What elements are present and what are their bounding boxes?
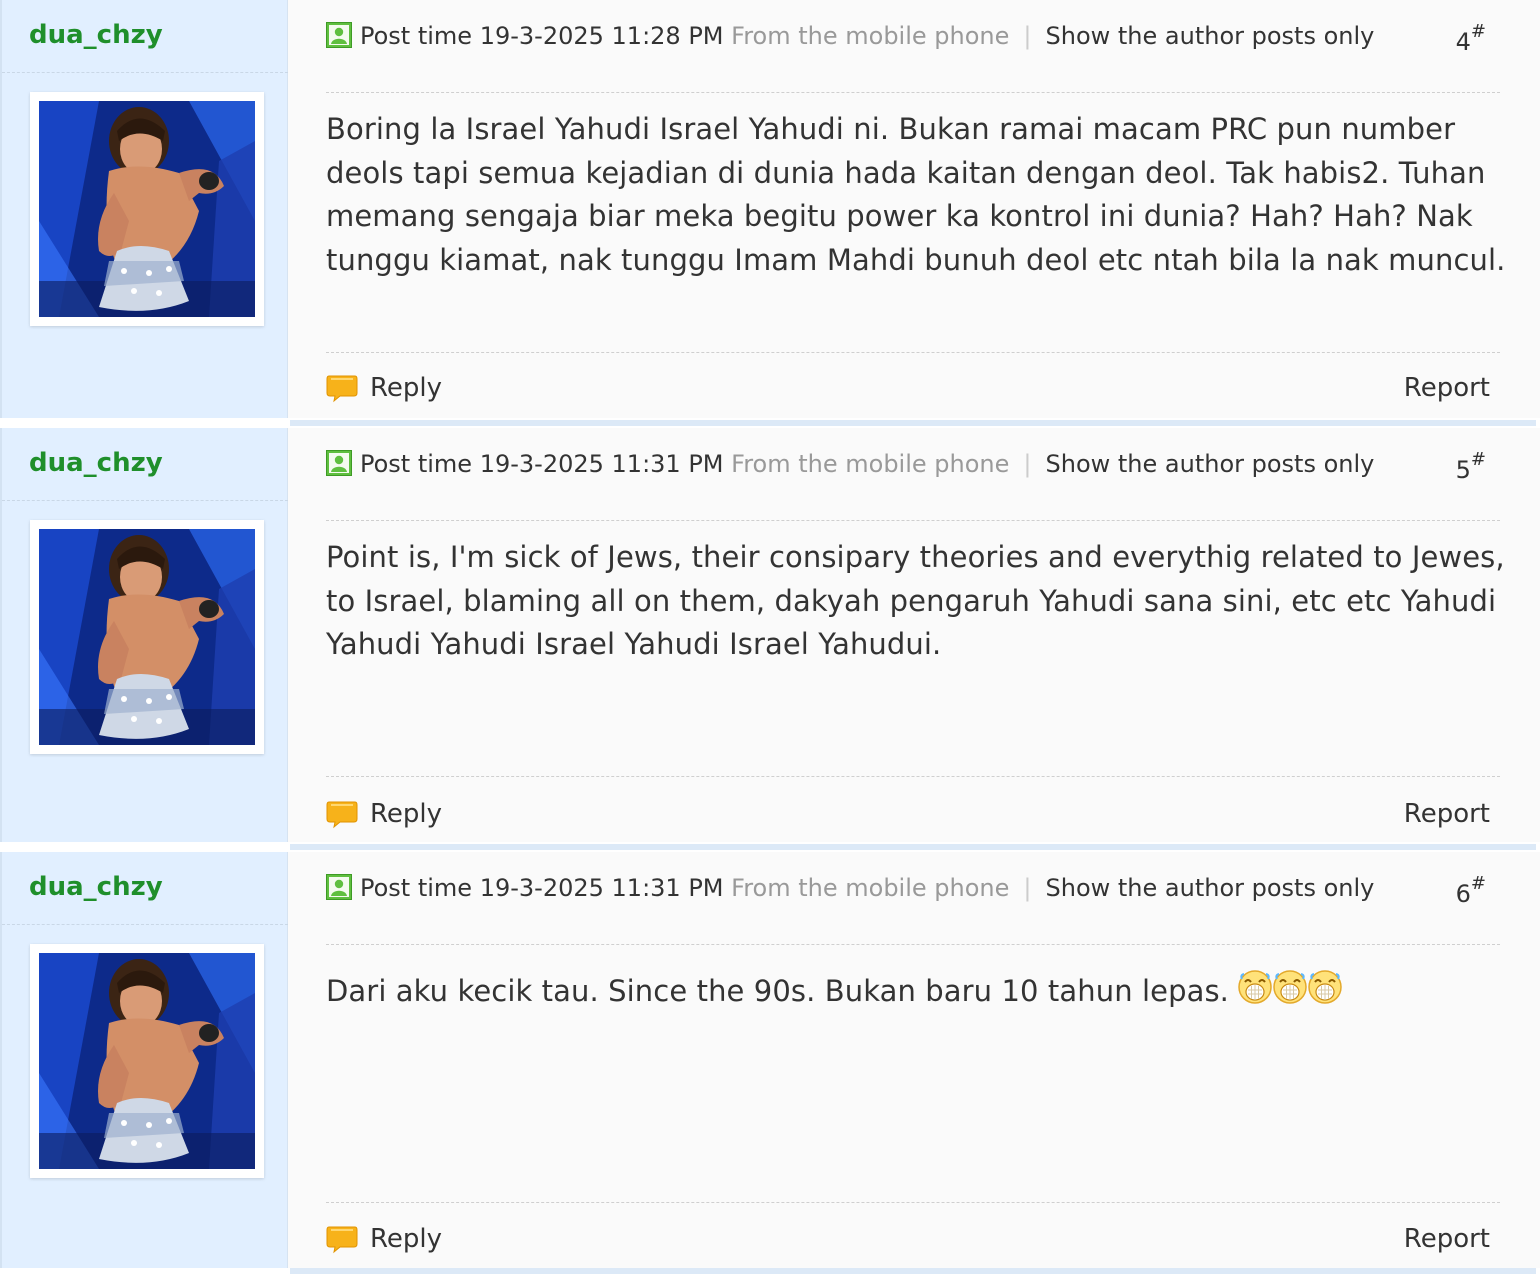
online-status-icon bbox=[326, 22, 352, 48]
laughing-emoticon-icon bbox=[1272, 969, 1308, 1005]
content-divider-bottom bbox=[326, 1202, 1500, 1203]
avatar-image bbox=[39, 953, 255, 1169]
post-body-text: Dari aku kecik tau. Since the 90s. Bukan… bbox=[326, 974, 1230, 1008]
post-separator bbox=[290, 844, 1536, 850]
post-body: Dari aku kecik tau. Since the 90s. Bukan… bbox=[326, 970, 1506, 1014]
floor-value: 6 bbox=[1455, 880, 1471, 908]
reply-label: Reply bbox=[370, 1224, 443, 1254]
post-source: From the mobile phone bbox=[731, 874, 1010, 902]
post-body: Boring la Israel Yahudi Israel Yahudi ni… bbox=[326, 112, 1506, 277]
post-source: From the mobile phone bbox=[731, 22, 1010, 50]
avatar[interactable] bbox=[30, 92, 264, 326]
online-status-icon bbox=[326, 874, 352, 900]
sidebar-divider bbox=[2, 500, 288, 501]
show-author-only-link[interactable]: Show the author posts only bbox=[1046, 450, 1375, 478]
laughing-emoticon-icon bbox=[1307, 969, 1343, 1005]
content-divider-bottom bbox=[326, 352, 1500, 353]
reply-label: Reply bbox=[370, 373, 443, 403]
author-sidebar: dua_chzy bbox=[0, 428, 288, 842]
show-author-only-link[interactable]: Show the author posts only bbox=[1046, 22, 1375, 50]
post-time: Post time 19-3-2025 11:31 PM bbox=[360, 450, 724, 478]
report-link[interactable]: Report bbox=[1404, 368, 1490, 408]
post-actions: Reply Report bbox=[326, 794, 1490, 834]
avatar-image bbox=[39, 529, 255, 745]
post-content: Post time 19-3-2025 11:31 PM From the mo… bbox=[288, 852, 1540, 1268]
avatar[interactable] bbox=[30, 944, 264, 1178]
speech-bubble-icon bbox=[326, 799, 358, 829]
content-divider-top bbox=[326, 944, 1500, 945]
meta-divider: | bbox=[1023, 450, 1032, 478]
sidebar-divider bbox=[2, 924, 288, 925]
content-divider-top bbox=[326, 92, 1500, 93]
author-sidebar: dua_chzy bbox=[0, 0, 288, 418]
avatar-image bbox=[39, 101, 255, 317]
post-meta: Post time 19-3-2025 11:31 PM From the mo… bbox=[326, 446, 1500, 482]
post-time: Post time 19-3-2025 11:28 PM bbox=[360, 22, 724, 50]
reply-label: Reply bbox=[370, 799, 443, 829]
post-actions: Reply Report bbox=[326, 1219, 1490, 1259]
post-meta: Post time 19-3-2025 11:31 PM From the mo… bbox=[326, 870, 1500, 906]
floor-mark: # bbox=[1470, 21, 1486, 42]
speech-bubble-icon bbox=[326, 373, 358, 403]
floor-value: 5 bbox=[1455, 456, 1471, 484]
reply-button[interactable]: Reply bbox=[326, 794, 442, 834]
floor-number[interactable]: 4# bbox=[1456, 18, 1486, 60]
post-floor-4: dua_chzy Post time 19-3-2025 11:28 PM Fr… bbox=[0, 0, 1540, 418]
report-link[interactable]: Report bbox=[1404, 794, 1490, 834]
post-floor-5: dua_chzy Post time 19-3-2025 11:31 PM Fr… bbox=[0, 428, 1540, 842]
floor-number[interactable]: 5# bbox=[1456, 446, 1486, 488]
reply-button[interactable]: Reply bbox=[326, 368, 442, 408]
author-name-link[interactable]: dua_chzy bbox=[29, 20, 163, 50]
report-link[interactable]: Report bbox=[1404, 1219, 1490, 1259]
online-status-icon bbox=[326, 450, 352, 476]
sidebar-divider bbox=[2, 72, 288, 73]
post-body: Point is, I'm sick of Jews, their consip… bbox=[326, 540, 1505, 661]
content-divider-top bbox=[326, 520, 1500, 521]
post-meta: Post time 19-3-2025 11:28 PM From the mo… bbox=[326, 18, 1500, 54]
post-source: From the mobile phone bbox=[731, 450, 1010, 478]
meta-divider: | bbox=[1023, 22, 1032, 50]
reply-button[interactable]: Reply bbox=[326, 1219, 442, 1259]
author-sidebar: dua_chzy bbox=[0, 852, 288, 1268]
post-floor-6: dua_chzy Post time 19-3-2025 11:31 PM Fr… bbox=[0, 852, 1540, 1268]
author-name-link[interactable]: dua_chzy bbox=[29, 872, 163, 902]
post-time: Post time 19-3-2025 11:31 PM bbox=[360, 874, 724, 902]
content-divider-bottom bbox=[326, 776, 1500, 777]
floor-mark: # bbox=[1470, 449, 1486, 470]
post-separator bbox=[290, 1268, 1536, 1274]
post-content: Post time 19-3-2025 11:28 PM From the mo… bbox=[288, 0, 1540, 418]
post-actions: Reply Report bbox=[326, 368, 1490, 408]
floor-value: 4 bbox=[1455, 28, 1471, 56]
post-content: Post time 19-3-2025 11:31 PM From the mo… bbox=[288, 428, 1540, 842]
author-name-link[interactable]: dua_chzy bbox=[29, 448, 163, 478]
laughing-emoticon-icon bbox=[1237, 969, 1273, 1005]
post-separator bbox=[290, 420, 1536, 426]
meta-divider: | bbox=[1023, 874, 1032, 902]
thread: dua_chzy Post time 19-3-2025 11:28 PM Fr… bbox=[0, 0, 1540, 1274]
avatar[interactable] bbox=[30, 520, 264, 754]
show-author-only-link[interactable]: Show the author posts only bbox=[1046, 874, 1375, 902]
speech-bubble-icon bbox=[326, 1224, 358, 1254]
floor-mark: # bbox=[1470, 873, 1486, 894]
floor-number[interactable]: 6# bbox=[1456, 870, 1486, 912]
